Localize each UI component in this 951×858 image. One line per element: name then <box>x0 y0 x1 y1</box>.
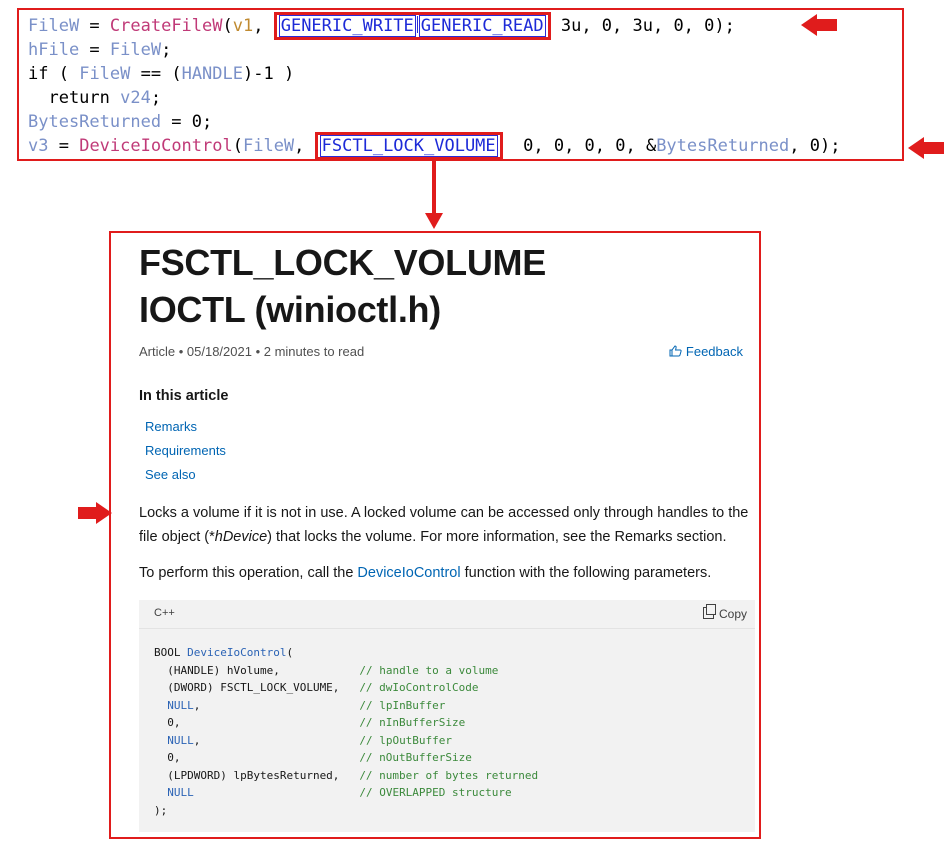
code-language-label: C++ <box>154 607 175 619</box>
ioctl-code-highlight: FSCTL_LOCK_VOLUME <box>314 132 503 160</box>
op: ( <box>222 16 233 36</box>
code-source: BOOL DeviceIoControl( (HANDLE) hVolume, … <box>154 644 538 819</box>
text: To perform this operation, call the <box>139 565 358 581</box>
code-line-hfile: hFile = FileW; <box>28 40 171 60</box>
code-line-bytesreturned: BytesReturned = 0; <box>28 112 212 132</box>
arg-v1: v1 <box>232 16 254 36</box>
code-comment: // dwIoControlCode <box>359 681 479 694</box>
toc-link-requirements[interactable]: Requirements <box>145 443 226 458</box>
op: )-1 ) <box>243 64 295 84</box>
type-handle: HANDLE <box>181 64 243 84</box>
annotation-arrow-icon <box>78 502 112 524</box>
deviceiocontrol-link[interactable]: DeviceIoControl <box>357 565 460 581</box>
text: ) that locks the volume. For more inform… <box>267 529 727 545</box>
var-filew: FileW <box>109 40 162 60</box>
code-comment: // handle to a volume <box>359 663 499 677</box>
var-filew: FileW <box>28 16 80 36</box>
page-title: FSCTL_LOCK_VOLUME IOCTL (winioctl.h) <box>139 242 546 330</box>
code-line: NULL // OVERLAPPED structure <box>167 786 512 799</box>
code-comment: // number of bytes returned <box>359 768 539 782</box>
op: = 0; <box>161 112 213 132</box>
code-line-deviceiocontrol: v3 = DeviceIoControl(FileW, FSCTL_LOCK_V… <box>28 132 841 160</box>
code-sample: C++ Copy BOOL DeviceIoControl( (HANDLE) … <box>139 600 755 832</box>
copy-icon <box>702 604 716 619</box>
documentation-panel: FSCTL_LOCK_VOLUME IOCTL (winioctl.h) Art… <box>109 231 761 839</box>
var-bytesreturned: BytesReturned <box>656 136 790 156</box>
var-filew: FileW <box>79 64 131 84</box>
code-comment: // lpOutBuffer <box>359 733 453 747</box>
code-line: BOOL DeviceIoControl( <box>154 646 294 659</box>
op: ( <box>48 64 80 84</box>
connector-arrowhead-icon <box>425 213 443 229</box>
usage-paragraph: To perform this operation, call the Devi… <box>139 561 759 585</box>
func-createfilew: CreateFileW <box>109 16 223 36</box>
func-deviceiocontrol: DeviceIoControl <box>79 136 233 156</box>
code-line-createfile: FileW = CreateFileW(v1, GENERIC_WRITE GEN… <box>28 12 735 40</box>
keyword-return: return <box>28 88 121 108</box>
op: ; <box>150 88 162 108</box>
op: = <box>79 40 110 60</box>
feedback-link[interactable]: Feedback <box>669 344 743 359</box>
copy-label: Copy <box>718 607 747 621</box>
toc-link-remarks[interactable]: Remarks <box>145 419 197 434</box>
toc-heading: In this article <box>139 388 229 404</box>
code-line: (DWORD) FSCTL_LOCK_VOLUME, // dwIoContro… <box>154 681 479 694</box>
op: = <box>48 136 80 156</box>
var-bytesreturned: BytesReturned <box>28 112 162 132</box>
flag-generic-write: GENERIC_WRITE <box>278 15 416 37</box>
keyword-if: if <box>28 64 49 84</box>
code-line-if: if ( FileW == (HANDLE)-1 ) <box>28 64 294 84</box>
args-rest: 3u, 0, 3u, 0, 0); <box>560 16 735 36</box>
code-comment: // nOutBufferSize <box>359 751 472 764</box>
code-line: NULL, // lpInBuffer <box>167 698 446 712</box>
var-v24: v24 <box>120 88 151 108</box>
ioctl-fsctl-lock-volume: FSCTL_LOCK_VOLUME <box>319 135 498 157</box>
description-paragraph: Locks a volume if it is not in use. A lo… <box>139 501 759 549</box>
op: , 0); <box>789 136 841 156</box>
toc-link-see-also[interactable]: See also <box>145 467 196 482</box>
var-filew: FileW <box>242 136 295 156</box>
decompiled-code-panel: FileW = CreateFileW(v1, GENERIC_WRITE GEN… <box>17 8 904 161</box>
access-flags-highlight: GENERIC_WRITE GENERIC_READ <box>273 12 551 40</box>
annotation-arrow-icon <box>908 137 944 159</box>
code-line-return: return v24; <box>28 88 161 108</box>
code-line: 0, // nInBufferSize <box>154 716 466 729</box>
code-comment: // nInBufferSize <box>359 716 466 729</box>
args-rest: 0, 0, 0, 0, & <box>502 136 657 156</box>
code-line: NULL, // lpOutBuffer <box>167 733 453 747</box>
code-comment: // OVERLAPPED structure <box>359 786 512 799</box>
op: ( <box>232 136 243 156</box>
op: = <box>79 16 110 36</box>
feedback-label: Feedback <box>685 344 743 359</box>
code-line: (LPDWORD) lpBytesReturned, // number of … <box>154 768 539 782</box>
copy-button[interactable]: Copy <box>702 604 747 621</box>
flag-generic-read: GENERIC_READ <box>418 15 546 37</box>
code-comment: // lpInBuffer <box>359 698 446 712</box>
code-line: (HANDLE) hVolume, // handle to a volume <box>154 663 499 677</box>
op: , <box>253 16 274 36</box>
code-line: 0, // nOutBufferSize <box>154 751 472 764</box>
op: ; <box>161 40 172 60</box>
text: function with the following parameters. <box>460 565 712 581</box>
op: , <box>294 136 315 156</box>
thumbs-up-icon <box>669 345 682 357</box>
connector-line <box>432 161 436 215</box>
separator <box>416 16 418 33</box>
code-header: C++ Copy <box>139 600 755 629</box>
var-v3: v3 <box>28 136 49 156</box>
code-line: ); <box>154 803 168 817</box>
article-meta: Article • 05/18/2021 • 2 minutes to read <box>139 344 365 359</box>
op: == ( <box>130 64 182 84</box>
var-hfile: hFile <box>28 40 80 60</box>
param-hdevice: hDevice <box>214 529 268 545</box>
annotation-arrow-icon <box>801 14 837 36</box>
